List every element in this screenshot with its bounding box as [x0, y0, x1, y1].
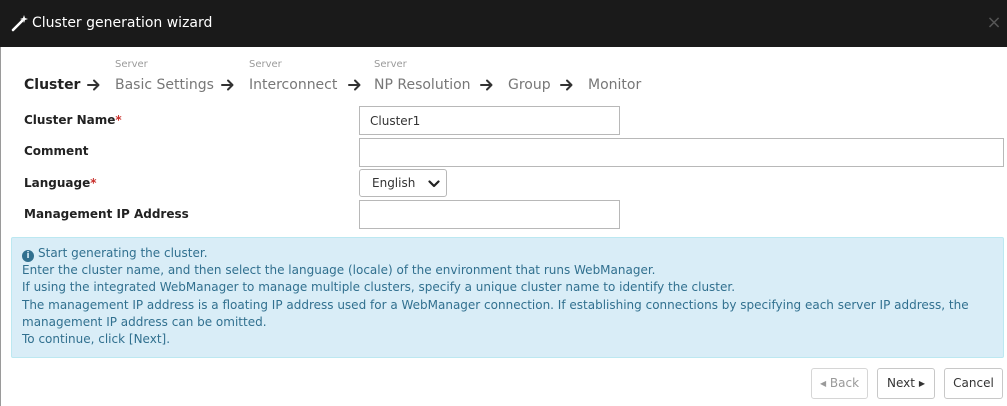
- info-line: The management IP address is a floating …: [22, 297, 969, 329]
- arrow-right-icon: [480, 79, 493, 91]
- info-line: Enter the cluster name, and then select …: [22, 263, 656, 278]
- info-line: i Start generating the cluster.: [22, 245, 992, 262]
- back-button-label: Back: [829, 376, 860, 390]
- required-mark: *: [90, 176, 97, 190]
- close-icon[interactable]: ×: [985, 13, 1003, 33]
- next-button-label: Next: [887, 376, 915, 390]
- arrow-right-icon: [87, 79, 100, 91]
- step-label: NP Resolution: [374, 77, 471, 93]
- dialog-title-bar: Cluster generation wizard ×: [0, 0, 1007, 47]
- info-line: If using the integrated WebManager to ma…: [22, 280, 736, 295]
- cluster-name-label-text: Cluster Name: [24, 113, 116, 127]
- step-label: Cluster: [24, 77, 81, 93]
- cluster-name-input[interactable]: [359, 106, 620, 135]
- next-button[interactable]: Next ▶: [877, 368, 935, 399]
- cluster-name-label: Cluster Name*: [24, 111, 122, 129]
- step-label: Group: [508, 77, 551, 93]
- management-ip-input[interactable]: [359, 200, 620, 229]
- step-label: Monitor: [588, 77, 642, 93]
- step-sublabel: Server: [249, 59, 282, 70]
- comment-input[interactable]: [359, 138, 1004, 167]
- step-label: Interconnect: [249, 77, 338, 93]
- cancel-button[interactable]: Cancel: [944, 368, 1003, 399]
- chevron-down-icon: [428, 180, 440, 188]
- step-label: Basic Settings: [115, 77, 214, 93]
- step-sublabel: Server: [374, 59, 407, 70]
- comment-label: Comment: [24, 144, 89, 158]
- management-ip-label: Management IP Address: [24, 207, 189, 221]
- language-label-text: Language: [24, 176, 91, 190]
- arrow-right-icon: [348, 79, 361, 91]
- dialog-left-border: [0, 47, 1, 406]
- back-button[interactable]: ◀ Back: [811, 368, 868, 399]
- cancel-button-label: Cancel: [953, 376, 994, 390]
- wizard-steps: Cluster Server Basic Settings Server Int…: [24, 59, 724, 99]
- info-text: i Start generating the cluster. Enter the…: [22, 245, 992, 348]
- caret-left-icon: ◀: [819, 379, 827, 388]
- required-mark: *: [115, 113, 122, 127]
- info-line: To continue, click [Next].: [22, 332, 171, 347]
- wand-icon: [11, 15, 28, 32]
- step-sublabel: Server: [115, 59, 148, 70]
- arrow-right-icon: [221, 79, 234, 91]
- language-select[interactable]: English: [359, 169, 447, 197]
- language-label: Language*: [24, 174, 97, 192]
- caret-right-icon: ▶: [918, 379, 925, 388]
- info-box: i Start generating the cluster. Enter the…: [11, 237, 1004, 358]
- info-line-text: Start generating the cluster.: [38, 246, 208, 260]
- arrow-right-icon: [560, 79, 573, 91]
- dialog-title: Cluster generation wizard: [32, 15, 213, 31]
- language-selected-value: English: [372, 176, 416, 190]
- info-circle-icon: i: [22, 250, 34, 262]
